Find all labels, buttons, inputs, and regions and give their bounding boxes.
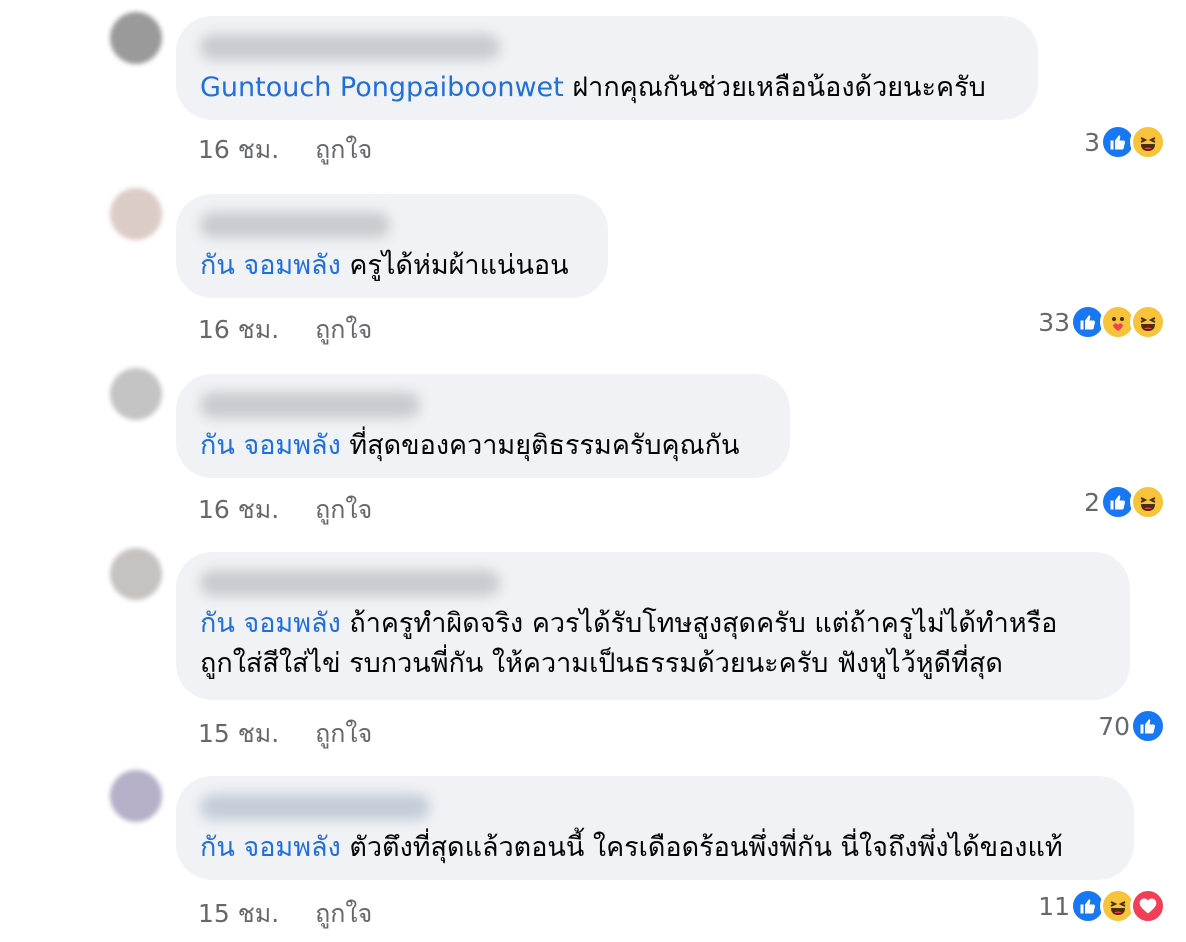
- timestamp[interactable]: 16 ชม.: [198, 490, 279, 530]
- haha-icon: [1130, 484, 1166, 520]
- comment-bubble: Guntouch Pongpaiboonwet ฝากคุณกันช่วยเหล…: [176, 16, 1038, 120]
- reaction-count: 3: [1084, 127, 1100, 157]
- mention-link[interactable]: กัน จอมพลัง: [200, 832, 341, 863]
- avatar[interactable]: [110, 188, 162, 240]
- reaction-count: 33: [1038, 307, 1070, 337]
- reaction-summary[interactable]: 33: [1038, 304, 1166, 340]
- love-icon: [1130, 888, 1166, 924]
- reaction-summary[interactable]: 3: [1084, 124, 1166, 160]
- commenter-name-blurred[interactable]: [200, 392, 420, 418]
- haha-icon: [1130, 304, 1166, 340]
- mention-link[interactable]: Guntouch Pongpaiboonwet: [200, 72, 564, 103]
- timestamp[interactable]: 15 ชม.: [198, 894, 279, 934]
- comment-text: กัน จอมพลัง ครูได้ห่มผ้าแน่นอน: [200, 246, 584, 286]
- comment-bubble: กัน จอมพลัง ตัวตึงที่สุดแล้วตอนนี้ ใครเด…: [176, 776, 1134, 880]
- comment-text: กัน จอมพลัง ตัวตึงที่สุดแล้วตอนนี้ ใครเด…: [200, 828, 1110, 868]
- commenter-name-blurred[interactable]: [200, 34, 500, 60]
- avatar[interactable]: [110, 548, 162, 600]
- timestamp[interactable]: 16 ชม.: [198, 130, 279, 170]
- reaction-count: 2: [1084, 487, 1100, 517]
- mention-link[interactable]: กัน จอมพลัง: [200, 608, 341, 639]
- comment-line: ฝากคุณกันช่วยเหลือน้องด้วยนะครับ: [572, 72, 986, 103]
- comment-meta: 16 ชม. ถูกใจ: [198, 310, 372, 350]
- like-icon: [1130, 708, 1166, 744]
- comment-meta: 15 ชม. ถูกใจ: [198, 714, 372, 754]
- comment-meta: 16 ชม. ถูกใจ: [198, 130, 372, 170]
- comment-text: กัน จอมพลัง ถ้าครูทำผิดจริง ควรได้รับโทษ…: [200, 604, 1106, 644]
- comment-line: ตัวตึงที่สุดแล้วตอนนี้ ใครเดือดร้อนพึ่งพ…: [349, 832, 1063, 863]
- avatar[interactable]: [110, 368, 162, 420]
- avatar[interactable]: [110, 12, 162, 64]
- commenter-name-blurred[interactable]: [200, 570, 500, 596]
- reaction-summary[interactable]: 11: [1038, 888, 1166, 924]
- comment-text: กัน จอมพลัง ที่สุดของความยุติธรรมครับคุณ…: [200, 426, 766, 466]
- comment-meta: 16 ชม. ถูกใจ: [198, 490, 372, 530]
- comment-line: ครูได้ห่มผ้าแน่นอน: [349, 250, 569, 281]
- reaction-count: 70: [1098, 711, 1130, 741]
- timestamp[interactable]: 15 ชม.: [198, 714, 279, 754]
- reaction-summary[interactable]: 70: [1098, 708, 1166, 744]
- haha-icon: [1130, 124, 1166, 160]
- comment-line: ที่สุดของความยุติธรรมครับคุณกัน: [349, 430, 740, 461]
- avatar[interactable]: [110, 770, 162, 822]
- reaction-summary[interactable]: 2: [1084, 484, 1166, 520]
- comment-meta: 15 ชม. ถูกใจ: [198, 894, 372, 934]
- like-button[interactable]: ถูกใจ: [315, 894, 372, 934]
- like-button[interactable]: ถูกใจ: [315, 130, 372, 170]
- commenter-name-blurred[interactable]: [200, 794, 430, 820]
- comment-bubble: กัน จอมพลัง ถ้าครูทำผิดจริง ควรได้รับโทษ…: [176, 552, 1130, 700]
- comment-line: ถ้าครูทำผิดจริง ควรได้รับโทษสูงสุดครับ แ…: [349, 608, 1058, 639]
- comment-text: Guntouch Pongpaiboonwet ฝากคุณกันช่วยเหล…: [200, 68, 1014, 108]
- comment-line: ถูกใส่สีใส่ไข่ รบกวนพี่กัน ให้ความเป็นธร…: [200, 648, 1003, 679]
- commenter-name-blurred[interactable]: [200, 212, 390, 238]
- reaction-count: 11: [1038, 891, 1070, 921]
- comment-bubble: กัน จอมพลัง ที่สุดของความยุติธรรมครับคุณ…: [176, 374, 790, 478]
- comment-bubble: กัน จอมพลัง ครูได้ห่มผ้าแน่นอน: [176, 194, 608, 298]
- mention-link[interactable]: กัน จอมพลัง: [200, 430, 341, 461]
- like-button[interactable]: ถูกใจ: [315, 310, 372, 350]
- mention-link[interactable]: กัน จอมพลัง: [200, 250, 341, 281]
- like-button[interactable]: ถูกใจ: [315, 714, 372, 754]
- timestamp[interactable]: 16 ชม.: [198, 310, 279, 350]
- like-button[interactable]: ถูกใจ: [315, 490, 372, 530]
